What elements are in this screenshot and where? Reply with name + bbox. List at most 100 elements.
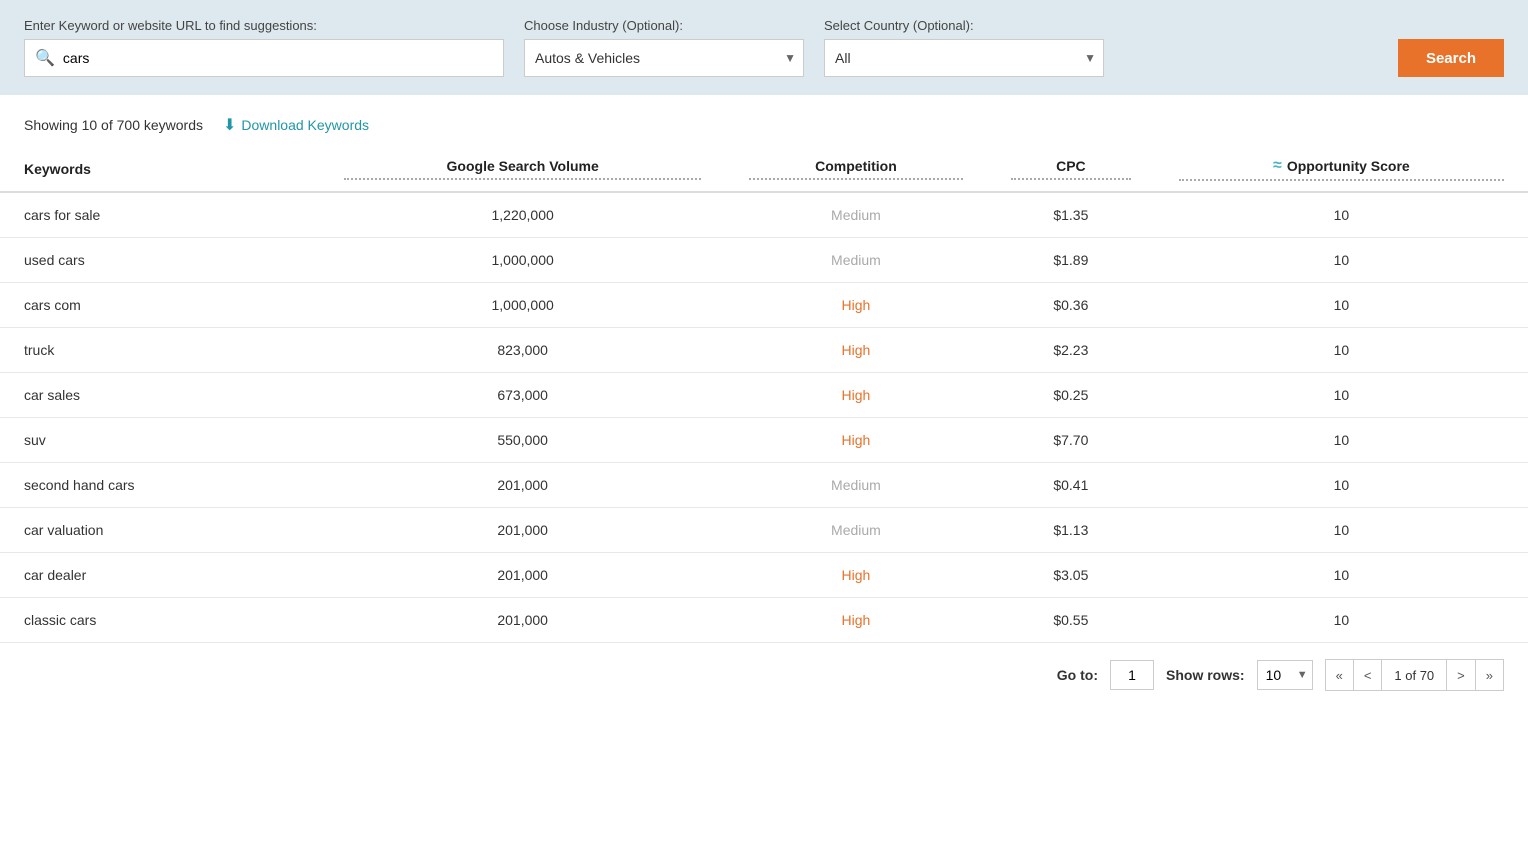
cell-cpc: $0.36 (987, 283, 1155, 328)
cell-competition: Medium (725, 192, 987, 238)
opportunity-dotted-line (1179, 179, 1504, 181)
results-header: Showing 10 of 700 keywords ⬇ Download Ke… (0, 95, 1528, 147)
cell-keyword: cars com (0, 283, 320, 328)
table-header-row: Keywords Google Search Volume Competitio… (0, 147, 1528, 192)
page-info: 1 of 70 (1382, 660, 1447, 690)
cell-cpc: $0.55 (987, 598, 1155, 643)
cell-competition: High (725, 328, 987, 373)
country-select-wrap: All United States United Kingdom Canada … (824, 39, 1104, 77)
cell-competition: High (725, 418, 987, 463)
prev-page-button[interactable]: < (1354, 660, 1383, 690)
cell-competition: High (725, 598, 987, 643)
cell-volume: 1,220,000 (320, 192, 725, 238)
table-row: truck 823,000 High $2.23 10 (0, 328, 1528, 373)
table-row: second hand cars 201,000 Medium $0.41 10 (0, 463, 1528, 508)
col-header-competition: Competition (725, 147, 987, 192)
cell-volume: 201,000 (320, 508, 725, 553)
search-input-wrap: 🔍 (24, 39, 504, 77)
cell-keyword: classic cars (0, 598, 320, 643)
cell-opportunity: 10 (1155, 328, 1528, 373)
cpc-dotted-line (1011, 178, 1131, 180)
cell-volume: 201,000 (320, 553, 725, 598)
download-keywords-link[interactable]: ⬇ Download Keywords (223, 115, 369, 135)
goto-label: Go to: (1057, 667, 1098, 683)
cell-volume: 201,000 (320, 463, 725, 508)
last-page-button[interactable]: » (1476, 660, 1503, 690)
show-rows-label: Show rows: (1166, 667, 1245, 683)
cell-competition: Medium (725, 508, 987, 553)
table-row: cars for sale 1,220,000 Medium $1.35 10 (0, 192, 1528, 238)
cell-volume: 673,000 (320, 373, 725, 418)
download-label: Download Keywords (241, 117, 369, 133)
cell-competition: High (725, 553, 987, 598)
next-page-button[interactable]: > (1447, 660, 1476, 690)
competition-dotted-line (749, 178, 963, 180)
country-select[interactable]: All United States United Kingdom Canada … (824, 39, 1104, 77)
cell-competition: High (725, 373, 987, 418)
search-bar: Enter Keyword or website URL to find sug… (0, 0, 1528, 95)
industry-select-wrap: All Industries Autos & Vehicles Business… (524, 39, 804, 77)
country-label: Select Country (Optional): (824, 18, 1104, 33)
table-row: car valuation 201,000 Medium $1.13 10 (0, 508, 1528, 553)
showing-text: Showing 10 of 700 keywords (24, 117, 203, 133)
cell-keyword: cars for sale (0, 192, 320, 238)
cell-opportunity: 10 (1155, 238, 1528, 283)
cell-keyword: suv (0, 418, 320, 463)
table-body: cars for sale 1,220,000 Medium $1.35 10 … (0, 192, 1528, 643)
cell-cpc: $1.89 (987, 238, 1155, 283)
cell-volume: 823,000 (320, 328, 725, 373)
cell-opportunity: 10 (1155, 373, 1528, 418)
keyword-label: Enter Keyword or website URL to find sug… (24, 18, 504, 33)
col-header-volume: Google Search Volume (320, 147, 725, 192)
cell-opportunity: 10 (1155, 463, 1528, 508)
cell-cpc: $3.05 (987, 553, 1155, 598)
cell-keyword: car valuation (0, 508, 320, 553)
cell-opportunity: 10 (1155, 283, 1528, 328)
cell-opportunity: 10 (1155, 418, 1528, 463)
keyword-input[interactable] (55, 50, 493, 66)
cell-opportunity: 10 (1155, 598, 1528, 643)
cell-cpc: $2.23 (987, 328, 1155, 373)
search-button[interactable]: Search (1398, 39, 1504, 77)
cell-opportunity: 10 (1155, 553, 1528, 598)
show-rows-select[interactable]: 10 25 50 100 (1257, 660, 1313, 690)
search-icon: 🔍 (35, 48, 55, 68)
cell-competition: High (725, 283, 987, 328)
cell-keyword: second hand cars (0, 463, 320, 508)
cell-keyword: car dealer (0, 553, 320, 598)
col-header-opportunity: ≈ Opportunity Score (1155, 147, 1528, 192)
cell-keyword: used cars (0, 238, 320, 283)
industry-field-group: Choose Industry (Optional): All Industri… (524, 18, 804, 77)
goto-input[interactable] (1110, 660, 1154, 690)
cell-cpc: $0.41 (987, 463, 1155, 508)
keywords-table: Keywords Google Search Volume Competitio… (0, 147, 1528, 643)
cell-keyword: truck (0, 328, 320, 373)
cell-cpc: $7.70 (987, 418, 1155, 463)
pagination-row: Go to: Show rows: 10 25 50 100 ▼ « < 1 o… (0, 643, 1528, 707)
table-row: suv 550,000 High $7.70 10 (0, 418, 1528, 463)
cell-volume: 1,000,000 (320, 238, 725, 283)
volume-dotted-line (344, 178, 701, 180)
cell-cpc: $0.25 (987, 373, 1155, 418)
table-row: used cars 1,000,000 Medium $1.89 10 (0, 238, 1528, 283)
industry-label: Choose Industry (Optional): (524, 18, 804, 33)
country-field-group: Select Country (Optional): All United St… (824, 18, 1104, 77)
first-page-button[interactable]: « (1326, 660, 1354, 690)
table-row: car sales 673,000 High $0.25 10 (0, 373, 1528, 418)
cell-competition: Medium (725, 238, 987, 283)
cell-competition: Medium (725, 463, 987, 508)
cell-cpc: $1.13 (987, 508, 1155, 553)
cell-opportunity: 10 (1155, 508, 1528, 553)
table-row: car dealer 201,000 High $3.05 10 (0, 553, 1528, 598)
col-header-keywords: Keywords (0, 147, 320, 192)
industry-select[interactable]: All Industries Autos & Vehicles Business… (524, 39, 804, 77)
keyword-field-group: Enter Keyword or website URL to find sug… (24, 18, 504, 77)
cell-volume: 1,000,000 (320, 283, 725, 328)
col-header-cpc: CPC (987, 147, 1155, 192)
waves-icon: ≈ (1273, 157, 1282, 175)
cell-cpc: $1.35 (987, 192, 1155, 238)
cell-keyword: car sales (0, 373, 320, 418)
cell-opportunity: 10 (1155, 192, 1528, 238)
cell-volume: 550,000 (320, 418, 725, 463)
table-row: classic cars 201,000 High $0.55 10 (0, 598, 1528, 643)
